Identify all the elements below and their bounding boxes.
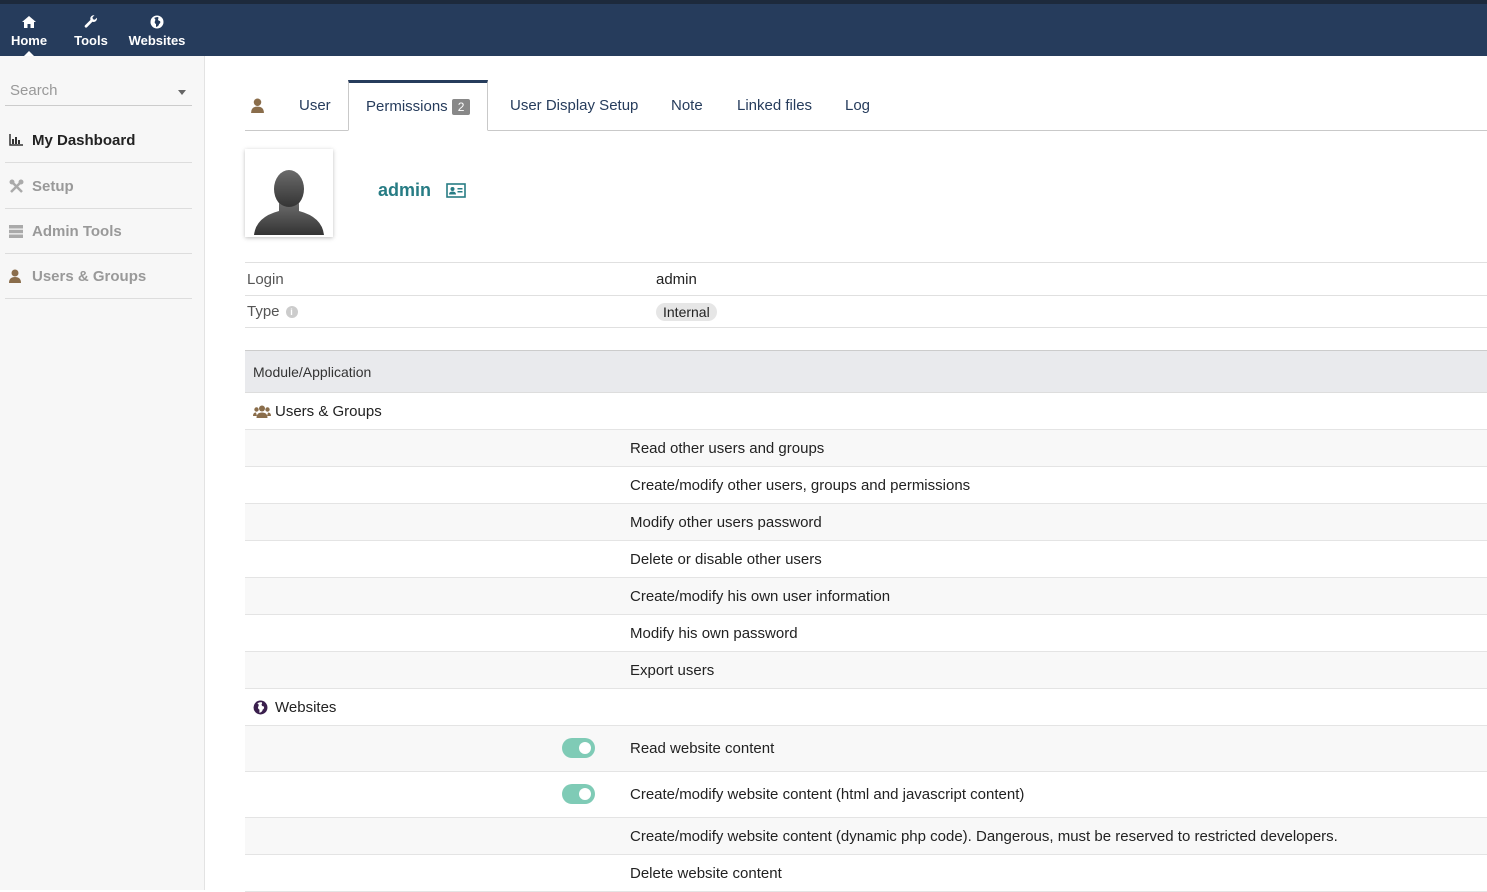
permission-row: Delete website content bbox=[245, 855, 1487, 892]
type-label-wrap: Type i bbox=[247, 303, 298, 320]
tools-icon bbox=[9, 179, 31, 194]
sidebar-item-setup[interactable]: Setup bbox=[5, 164, 192, 209]
user-icon bbox=[9, 269, 31, 283]
tab-label: User Display Setup bbox=[510, 97, 639, 114]
user-name: admin bbox=[378, 180, 432, 200]
info-icon[interactable]: i bbox=[285, 305, 298, 318]
top-menu-tools[interactable]: Tools bbox=[58, 4, 124, 56]
permission-label: Create/modify website content (html and … bbox=[630, 786, 1025, 803]
server-icon bbox=[9, 224, 31, 238]
permission-row: Modify other users password bbox=[245, 504, 1487, 541]
permission-label: Create/modify website content (dynamic p… bbox=[630, 827, 1338, 845]
user-icon bbox=[251, 80, 264, 131]
wrench-icon bbox=[84, 13, 98, 31]
top-menu-websites-label: Websites bbox=[128, 32, 186, 48]
permission-label: Delete website content bbox=[630, 864, 782, 882]
tab-log[interactable]: Log bbox=[845, 80, 870, 131]
permission-row: Create/modify his own user information bbox=[245, 578, 1487, 615]
top-menu-tools-label: Tools bbox=[74, 32, 108, 48]
permission-label: Read other users and groups bbox=[630, 439, 825, 457]
permission-label: Modify his own password bbox=[630, 624, 798, 642]
sidebar-item-my-dashboard[interactable]: My Dashboard bbox=[5, 118, 192, 163]
sidebar: Search My Dashboard Setup Admin Tools Us… bbox=[0, 56, 205, 890]
permission-row: Modify his own password bbox=[245, 615, 1487, 652]
permission-row: Delete or disable other users bbox=[245, 541, 1487, 578]
users-icon bbox=[253, 405, 275, 418]
tab-label: Permissions bbox=[366, 98, 448, 115]
permission-label: Create/modify other users, groups and pe… bbox=[630, 476, 971, 494]
permission-toggle[interactable] bbox=[562, 738, 595, 758]
id-card-icon[interactable] bbox=[446, 183, 466, 198]
sidebar-item-label: Setup bbox=[32, 177, 74, 195]
globe-icon bbox=[150, 13, 164, 31]
login-value: admin bbox=[656, 270, 697, 288]
tab-user-display-setup[interactable]: User Display Setup bbox=[510, 80, 638, 131]
permission-row: Read website content bbox=[245, 726, 1487, 772]
permission-group-users-groups: Users & Groups bbox=[245, 393, 1487, 430]
login-label: Login bbox=[247, 270, 284, 288]
chart-icon bbox=[9, 134, 31, 146]
type-label: Type bbox=[247, 303, 280, 320]
top-menu-home[interactable]: Home bbox=[0, 4, 58, 56]
top-navbar: Home Tools Websites bbox=[0, 0, 1487, 56]
home-icon bbox=[21, 13, 37, 31]
permission-label: Read website content bbox=[630, 740, 775, 757]
permission-row: Create/modify website content (html and … bbox=[245, 772, 1487, 818]
tab-linked-files[interactable]: Linked files bbox=[737, 80, 812, 131]
permission-group-websites: Websites bbox=[245, 689, 1487, 726]
sidebar-item-label: My Dashboard bbox=[32, 131, 136, 149]
sidebar-item-label: Users & Groups bbox=[32, 267, 147, 285]
user-name-heading: admin bbox=[378, 180, 466, 201]
tab-label: Note bbox=[671, 97, 703, 114]
permission-label: Modify other users password bbox=[630, 513, 822, 531]
permission-label: Export users bbox=[630, 661, 715, 679]
group-name: Users & Groups bbox=[275, 402, 382, 420]
login-row: Login admin bbox=[245, 262, 1487, 295]
permission-label: Create/modify his own user information bbox=[630, 587, 891, 605]
sidebar-item-label: Admin Tools bbox=[32, 222, 122, 240]
top-menu-websites[interactable]: Websites bbox=[124, 4, 190, 56]
permission-toggle[interactable] bbox=[562, 784, 595, 804]
tab-permissions[interactable]: Permissions 2 bbox=[348, 80, 489, 131]
tab-user[interactable]: User bbox=[299, 80, 331, 131]
top-menu: Home Tools Websites bbox=[0, 4, 190, 56]
permissions-count-badge: 2 bbox=[451, 98, 471, 115]
module-application-header: Module/Application bbox=[253, 363, 372, 380]
permission-row: Create/modify website content (dynamic p… bbox=[245, 818, 1487, 855]
globe-icon bbox=[253, 700, 275, 715]
sidebar-item-users-groups[interactable]: Users & Groups bbox=[5, 254, 192, 299]
avatar[interactable] bbox=[245, 149, 333, 237]
permission-label: Delete or disable other users bbox=[630, 550, 822, 568]
chevron-down-icon[interactable] bbox=[178, 90, 186, 95]
tab-label: Linked files bbox=[737, 97, 813, 114]
tab-bar: User Permissions 2 User Display Setup No… bbox=[245, 80, 1487, 131]
type-badge: Internal bbox=[656, 302, 717, 321]
tab-note[interactable]: Note bbox=[671, 80, 703, 131]
top-menu-home-label: Home bbox=[10, 32, 48, 48]
permission-row: Read other users and groups bbox=[245, 430, 1487, 467]
permissions-table-header: Module/Application bbox=[245, 350, 1487, 393]
permission-row: Export users bbox=[245, 652, 1487, 689]
tab-label: User bbox=[299, 97, 331, 114]
search-placeholder: Search bbox=[10, 82, 58, 99]
sidebar-item-admin-tools[interactable]: Admin Tools bbox=[5, 209, 192, 254]
search-input[interactable]: Search bbox=[5, 80, 192, 106]
type-row: Type i Internal bbox=[245, 295, 1487, 328]
group-name: Websites bbox=[275, 698, 337, 716]
tab-label: Log bbox=[845, 97, 871, 114]
permission-row: Create/modify other users, groups and pe… bbox=[245, 467, 1487, 504]
